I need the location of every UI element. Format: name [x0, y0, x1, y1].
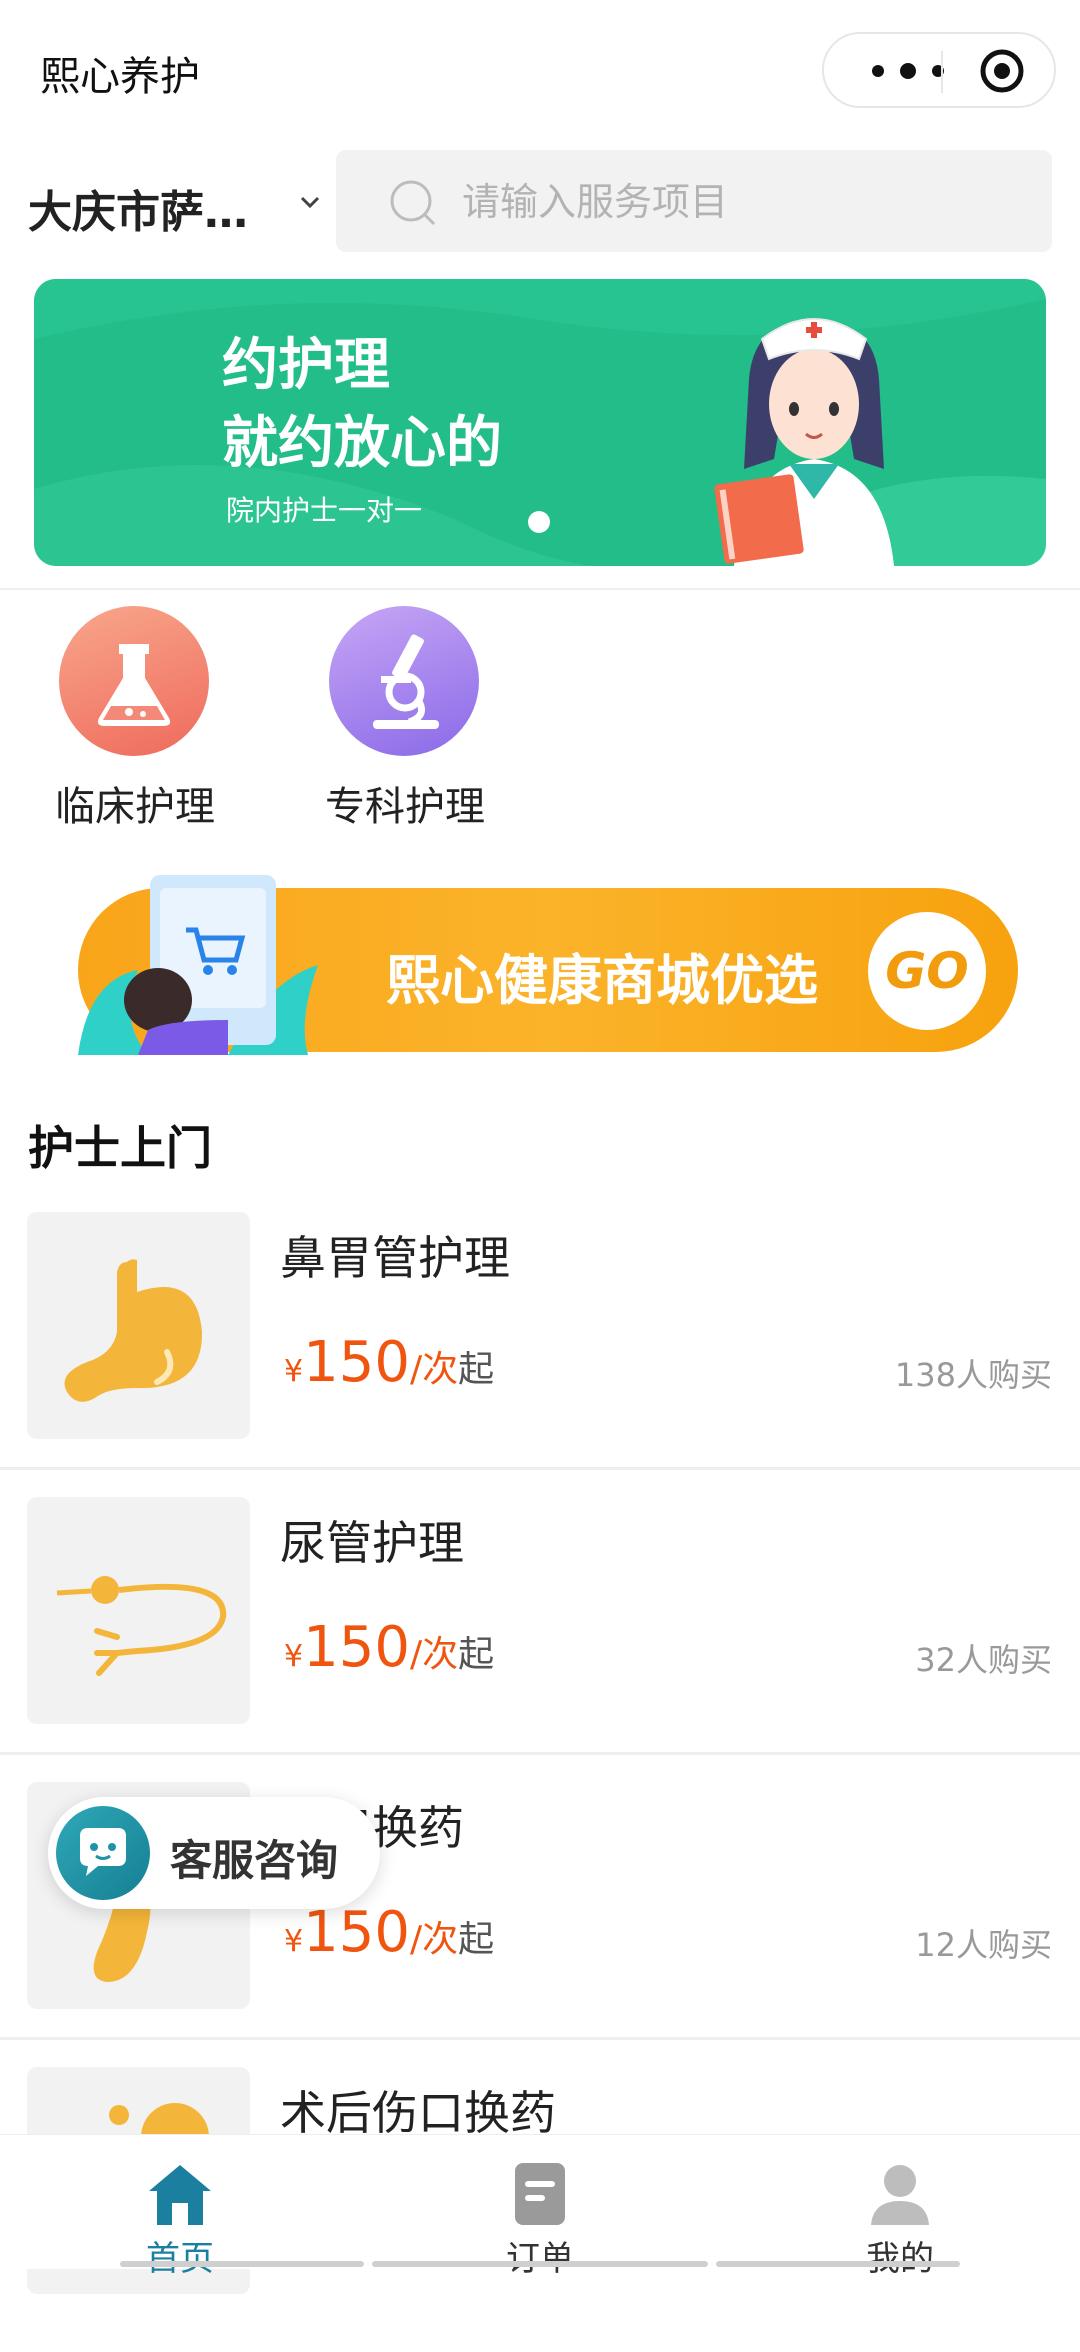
price-unit: /次: [409, 1349, 459, 1390]
tab-label: 我的: [866, 2239, 934, 2279]
top-bar: 熙心养护: [0, 0, 1080, 140]
price-value: 150: [303, 1330, 410, 1395]
service-name: 尿管护理: [280, 1516, 464, 1570]
service-price: ¥150/次起: [284, 1900, 494, 1965]
banner-carousel[interactable]: 约护理 就约放心的 院内护士一对一: [34, 279, 1046, 566]
promo-mall-banner[interactable]: 熙心健康商城优选 GO: [78, 870, 1018, 1055]
service-sales: 32人购买: [915, 1641, 1052, 1679]
location-city: 大庆市萨…: [28, 187, 248, 238]
more-dots-icon[interactable]: [858, 59, 958, 83]
service-item[interactable]: 鼻胃管护理 ¥150/次起 138人购买: [0, 1212, 1080, 1497]
price-currency: ¥: [284, 1924, 304, 1959]
service-thumbnail: [27, 1212, 250, 1439]
promo-text: 熙心健康商城优选: [386, 949, 818, 1012]
nurse-illustration: [714, 318, 894, 566]
tab-profile[interactable]: 我的: [720, 2135, 1080, 2279]
capsule-separator: [941, 51, 943, 93]
shopping-illustration: [78, 875, 318, 1055]
category-label: 专科护理: [325, 784, 485, 830]
tab-home[interactable]: 首页: [0, 2135, 360, 2279]
service-thumbnail: [27, 1497, 250, 1724]
app-title: 熙心养护: [40, 54, 200, 100]
chevron-down-icon: [300, 196, 320, 209]
microscope-icon: [373, 634, 439, 729]
tab-label: 首页: [146, 2239, 214, 2279]
price-unit: /次: [409, 1634, 459, 1675]
tab-label: 订单: [506, 2239, 574, 2279]
category-specialty-care[interactable]: 专科护理: [305, 606, 505, 836]
price-unit: /次: [409, 1919, 459, 1960]
category-clinical-care[interactable]: 临床护理: [35, 606, 235, 836]
service-item[interactable]: 尿管护理 ¥150/次起 32人购买: [0, 1497, 1080, 1782]
section-divider: [0, 588, 1080, 590]
category-icon-bg: [329, 606, 479, 756]
banner-title: 约护理 就约放心的: [222, 327, 502, 483]
search-box[interactable]: [336, 150, 1052, 252]
chat-bubble-icon: [56, 1806, 150, 1900]
service-price: ¥150/次起: [284, 1330, 494, 1395]
banner-title-line1: 约护理: [222, 333, 390, 398]
price-value: 150: [303, 1900, 410, 1965]
price-from: 起: [458, 1634, 495, 1675]
search-input[interactable]: [460, 176, 1024, 228]
price-from: 起: [458, 1349, 495, 1390]
home-icon: [149, 2165, 211, 2225]
service-price: ¥150/次起: [284, 1615, 494, 1680]
tab-indicator: [120, 2261, 364, 2267]
promo-go-button[interactable]: GO: [868, 912, 986, 1030]
user-icon: [871, 2165, 929, 2225]
banner-subtitle: 院内护士一对一: [226, 494, 423, 527]
tab-indicator: [372, 2261, 708, 2267]
item-divider: [0, 2037, 1080, 2040]
order-icon: [515, 2163, 565, 2225]
target-icon[interactable]: [979, 48, 1025, 94]
item-divider: [0, 1467, 1080, 1470]
category-label: 临床护理: [55, 784, 215, 830]
price-currency: ¥: [284, 1354, 304, 1389]
banner-title-line2: 就约放心的: [222, 411, 502, 476]
tab-orders[interactable]: 订单: [360, 2135, 720, 2279]
service-sales: 138人购买: [894, 1356, 1052, 1394]
price-currency: ¥: [284, 1639, 304, 1674]
service-sales: 12人购买: [915, 1926, 1052, 1964]
carousel-indicator-dot: [528, 511, 550, 533]
customer-service-label: 客服咨询: [170, 1836, 339, 1885]
mini-program-capsule: [822, 32, 1056, 108]
location-selector[interactable]: 大庆市萨…: [28, 172, 328, 238]
bottom-tab-bar: 首页 订单 我的: [0, 2134, 1080, 2279]
section-title: 护士上门: [28, 1121, 212, 1175]
flask-icon: [97, 644, 171, 726]
service-name: 鼻胃管护理: [280, 1231, 510, 1285]
category-icon-bg: [59, 606, 209, 756]
catheter-icon: [56, 1576, 227, 1676]
search-icon: [390, 180, 436, 226]
customer-service-button[interactable]: 客服咨询: [48, 1797, 380, 1909]
item-divider: [0, 1752, 1080, 1755]
price-value: 150: [303, 1615, 410, 1680]
price-from: 起: [458, 1919, 495, 1960]
tab-indicator: [716, 2261, 960, 2267]
stomach-icon: [64, 1259, 203, 1402]
